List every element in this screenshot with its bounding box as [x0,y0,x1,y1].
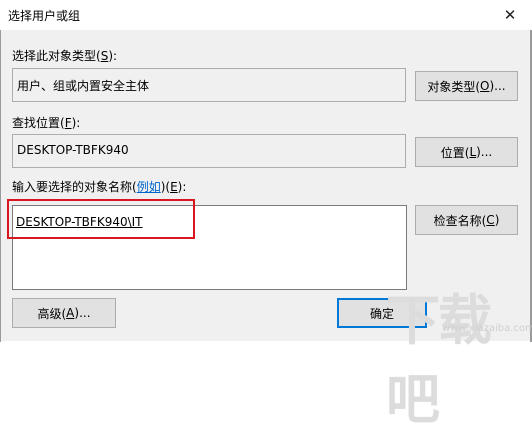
window-title: 选择用户或组 [8,9,81,23]
close-icon[interactable]: ✕ [488,0,532,30]
location-field: DESKTOP-TBFK940 [12,134,406,168]
object-type-value: 用户、组或内置安全主体 [17,79,150,93]
object-names-label: 输入要选择的对象名称(例如)(E): [12,180,187,194]
check-names-button[interactable]: 检查名称(C) [415,205,518,235]
object-type-label: 选择此对象类型(S): [12,49,118,63]
examples-link[interactable]: 例如 [137,180,161,194]
title-bar: 选择用户或组 ✕ [0,0,532,30]
object-type-field: 用户、组或内置安全主体 [12,68,406,102]
location-label: 查找位置(F): [12,116,81,130]
watermark-url: www.xiazaiba.com [442,323,532,334]
advanced-button[interactable]: 高级(A)... [12,298,116,328]
locations-button[interactable]: 位置(L)... [415,137,518,167]
object-types-button[interactable]: 对象类型(O)... [415,71,518,101]
location-value: DESKTOP-TBFK940 [17,143,129,157]
highlight-box [7,199,195,239]
watermark-logo: 下载吧 [386,289,492,431]
